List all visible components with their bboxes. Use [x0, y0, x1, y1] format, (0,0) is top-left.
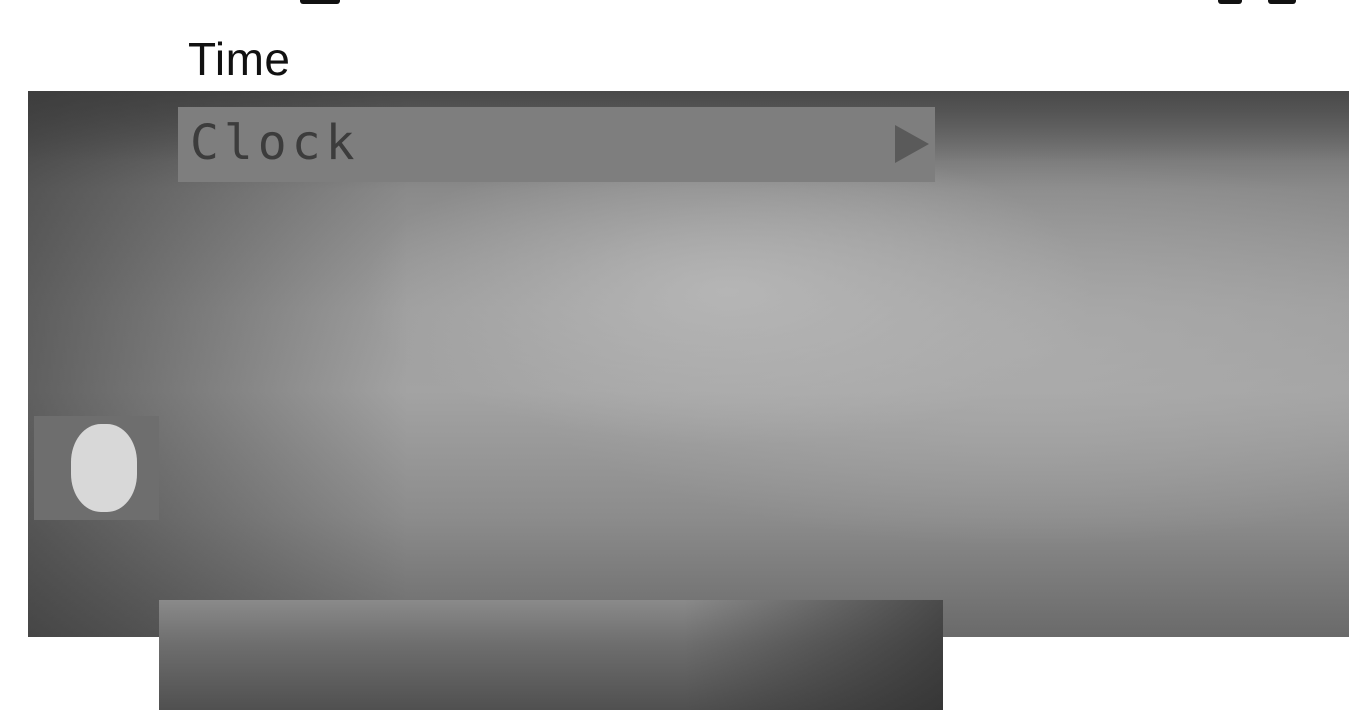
osd-menu-lower-panel: [159, 600, 943, 710]
menu-item-label: Clock: [190, 115, 360, 171]
cropped-text-fragment: [1268, 0, 1296, 4]
menu-item-clock[interactable]: Clock: [178, 107, 935, 182]
cropped-text-fragment: [300, 0, 340, 4]
clock-tab-icon: [71, 424, 137, 512]
side-tab-clock[interactable]: [34, 416, 159, 520]
chevron-right-icon[interactable]: [895, 125, 929, 163]
cropped-text-fragment: [1218, 0, 1242, 4]
page-title: Time: [188, 33, 291, 85]
page: Time Clock: [0, 0, 1349, 710]
